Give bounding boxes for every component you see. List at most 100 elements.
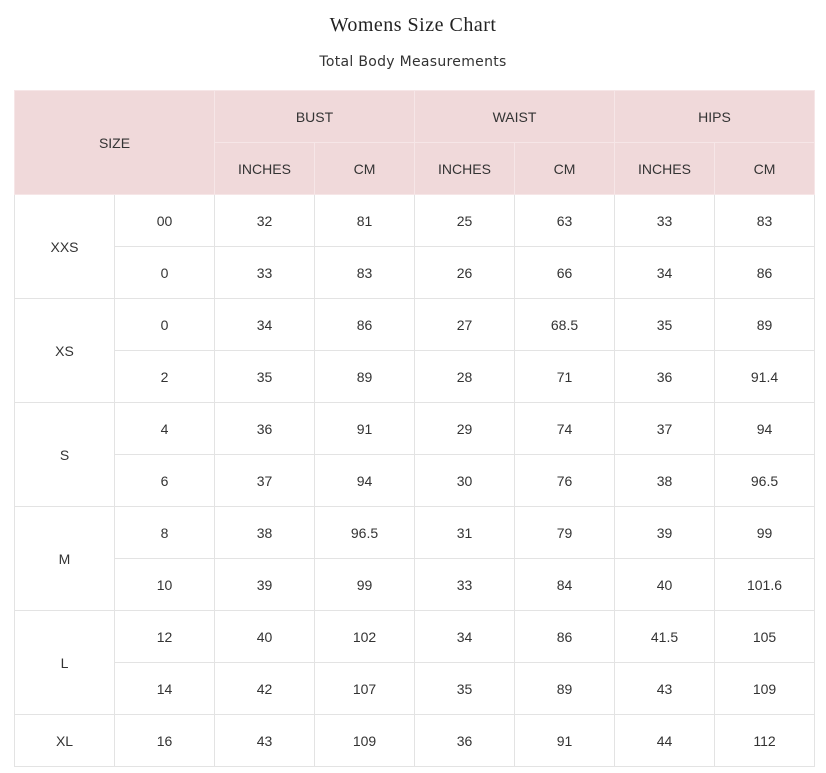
- waist-cm: 89: [514, 662, 615, 715]
- size-number: 12: [114, 610, 215, 663]
- header-size: SIZE: [14, 90, 215, 195]
- bust-inches: 32: [214, 194, 315, 247]
- waist-inches: 29: [414, 402, 515, 455]
- bust-inches: 35: [214, 350, 315, 403]
- bust-cm: 81: [314, 194, 415, 247]
- hips-inches: 41.5: [614, 610, 715, 663]
- waist-inches: 31: [414, 506, 515, 559]
- table-row: 14 42 107 35 89 43 109: [15, 662, 815, 715]
- hips-cm: 83: [714, 194, 815, 247]
- header-bust-cm: CM: [314, 142, 415, 195]
- size-number: 0: [114, 298, 215, 351]
- hips-inches: 40: [614, 558, 715, 611]
- hips-cm: 109: [714, 662, 815, 715]
- bust-inches: 39: [214, 558, 315, 611]
- hips-cm: 91.4: [714, 350, 815, 403]
- size-number: 16: [114, 714, 215, 767]
- header-hips-cm: CM: [714, 142, 815, 195]
- waist-inches: 34: [414, 610, 515, 663]
- hips-cm: 96.5: [714, 454, 815, 507]
- table-row: XL 16 43 109 36 91 44 112: [14, 714, 815, 767]
- header-hips-inches: INCHES: [614, 142, 715, 195]
- hips-cm: 89: [714, 298, 815, 351]
- hips-inches: 39: [614, 506, 715, 559]
- bust-inches: 38: [214, 506, 315, 559]
- size-label: XXS: [14, 194, 115, 299]
- table-row: S 4 36 91 29 74 37 94: [14, 402, 815, 507]
- table-row: 10 39 99 33 84 40 101.6: [15, 558, 815, 611]
- table-body: XXS 00 32 81 25 63 33 83 0 33 83 26 66 3…: [14, 194, 815, 767]
- size-label: L: [14, 610, 115, 715]
- page-subtitle: Total Body Measurements: [319, 54, 507, 70]
- waist-cm: 66: [514, 246, 615, 299]
- hips-cm: 99: [714, 506, 815, 559]
- waist-inches: 36: [414, 714, 515, 767]
- waist-cm: 91: [514, 714, 615, 767]
- size-chart-table: SIZE BUST WAIST HIPS INCHES CM INCHES CM…: [14, 90, 815, 767]
- bust-cm: 89: [314, 350, 415, 403]
- waist-inches: 27: [414, 298, 515, 351]
- bust-inches: 40: [214, 610, 315, 663]
- bust-cm: 83: [314, 246, 415, 299]
- header-bust-inches: INCHES: [214, 142, 315, 195]
- bust-cm: 86: [314, 298, 415, 351]
- hips-inches: 37: [614, 402, 715, 455]
- hips-cm: 112: [714, 714, 815, 767]
- waist-cm: 86: [514, 610, 615, 663]
- header-bust: BUST: [214, 90, 415, 143]
- waist-cm: 63: [514, 194, 615, 247]
- bust-inches: 34: [214, 298, 315, 351]
- waist-cm: 79: [514, 506, 615, 559]
- bust-cm: 102: [314, 610, 415, 663]
- bust-inches: 37: [214, 454, 315, 507]
- bust-cm: 109: [314, 714, 415, 767]
- table-row: M 8 38 96.5 31 79 39 99: [14, 506, 815, 611]
- bust-inches: 33: [214, 246, 315, 299]
- hips-inches: 34: [614, 246, 715, 299]
- size-number: 2: [114, 350, 215, 403]
- bust-cm: 107: [314, 662, 415, 715]
- waist-cm: 74: [514, 402, 615, 455]
- table-row: 6 37 94 30 76 38 96.5: [15, 454, 815, 507]
- hips-inches: 44: [614, 714, 715, 767]
- bust-cm: 99: [314, 558, 415, 611]
- bust-cm: 96.5: [314, 506, 415, 559]
- size-number: 14: [114, 662, 215, 715]
- hips-inches: 36: [614, 350, 715, 403]
- table-row: L 12 40 102 34 86 41.5 105: [14, 610, 815, 715]
- size-label: S: [14, 402, 115, 507]
- bust-inches: 36: [214, 402, 315, 455]
- size-label: M: [14, 506, 115, 611]
- hips-cm: 101.6: [714, 558, 815, 611]
- size-label: XS: [14, 298, 115, 403]
- size-number: 10: [114, 558, 215, 611]
- hips-inches: 33: [614, 194, 715, 247]
- hips-cm: 105: [714, 610, 815, 663]
- size-number: 4: [114, 402, 215, 455]
- size-number: 6: [114, 454, 215, 507]
- waist-cm: 84: [514, 558, 615, 611]
- waist-cm: 76: [514, 454, 615, 507]
- waist-cm: 68.5: [514, 298, 615, 351]
- header-row-groups: SIZE BUST WAIST HIPS: [14, 90, 815, 195]
- table-row: 2 35 89 28 71 36 91.4: [15, 350, 815, 403]
- table-row: 0 33 83 26 66 34 86: [15, 246, 815, 299]
- waist-inches: 33: [414, 558, 515, 611]
- waist-inches: 35: [414, 662, 515, 715]
- size-number: 00: [114, 194, 215, 247]
- table-row: XS 0 34 86 27 68.5 35 89: [14, 298, 815, 403]
- waist-inches: 26: [414, 246, 515, 299]
- header-waist-cm: CM: [514, 142, 615, 195]
- waist-inches: 25: [414, 194, 515, 247]
- waist-inches: 30: [414, 454, 515, 507]
- bust-inches: 42: [214, 662, 315, 715]
- header-hips: HIPS: [614, 90, 815, 143]
- waist-cm: 71: [514, 350, 615, 403]
- size-number: 8: [114, 506, 215, 559]
- size-number: 0: [114, 246, 215, 299]
- hips-inches: 38: [614, 454, 715, 507]
- hips-inches: 35: [614, 298, 715, 351]
- hips-cm: 94: [714, 402, 815, 455]
- bust-inches: 43: [214, 714, 315, 767]
- bust-cm: 94: [314, 454, 415, 507]
